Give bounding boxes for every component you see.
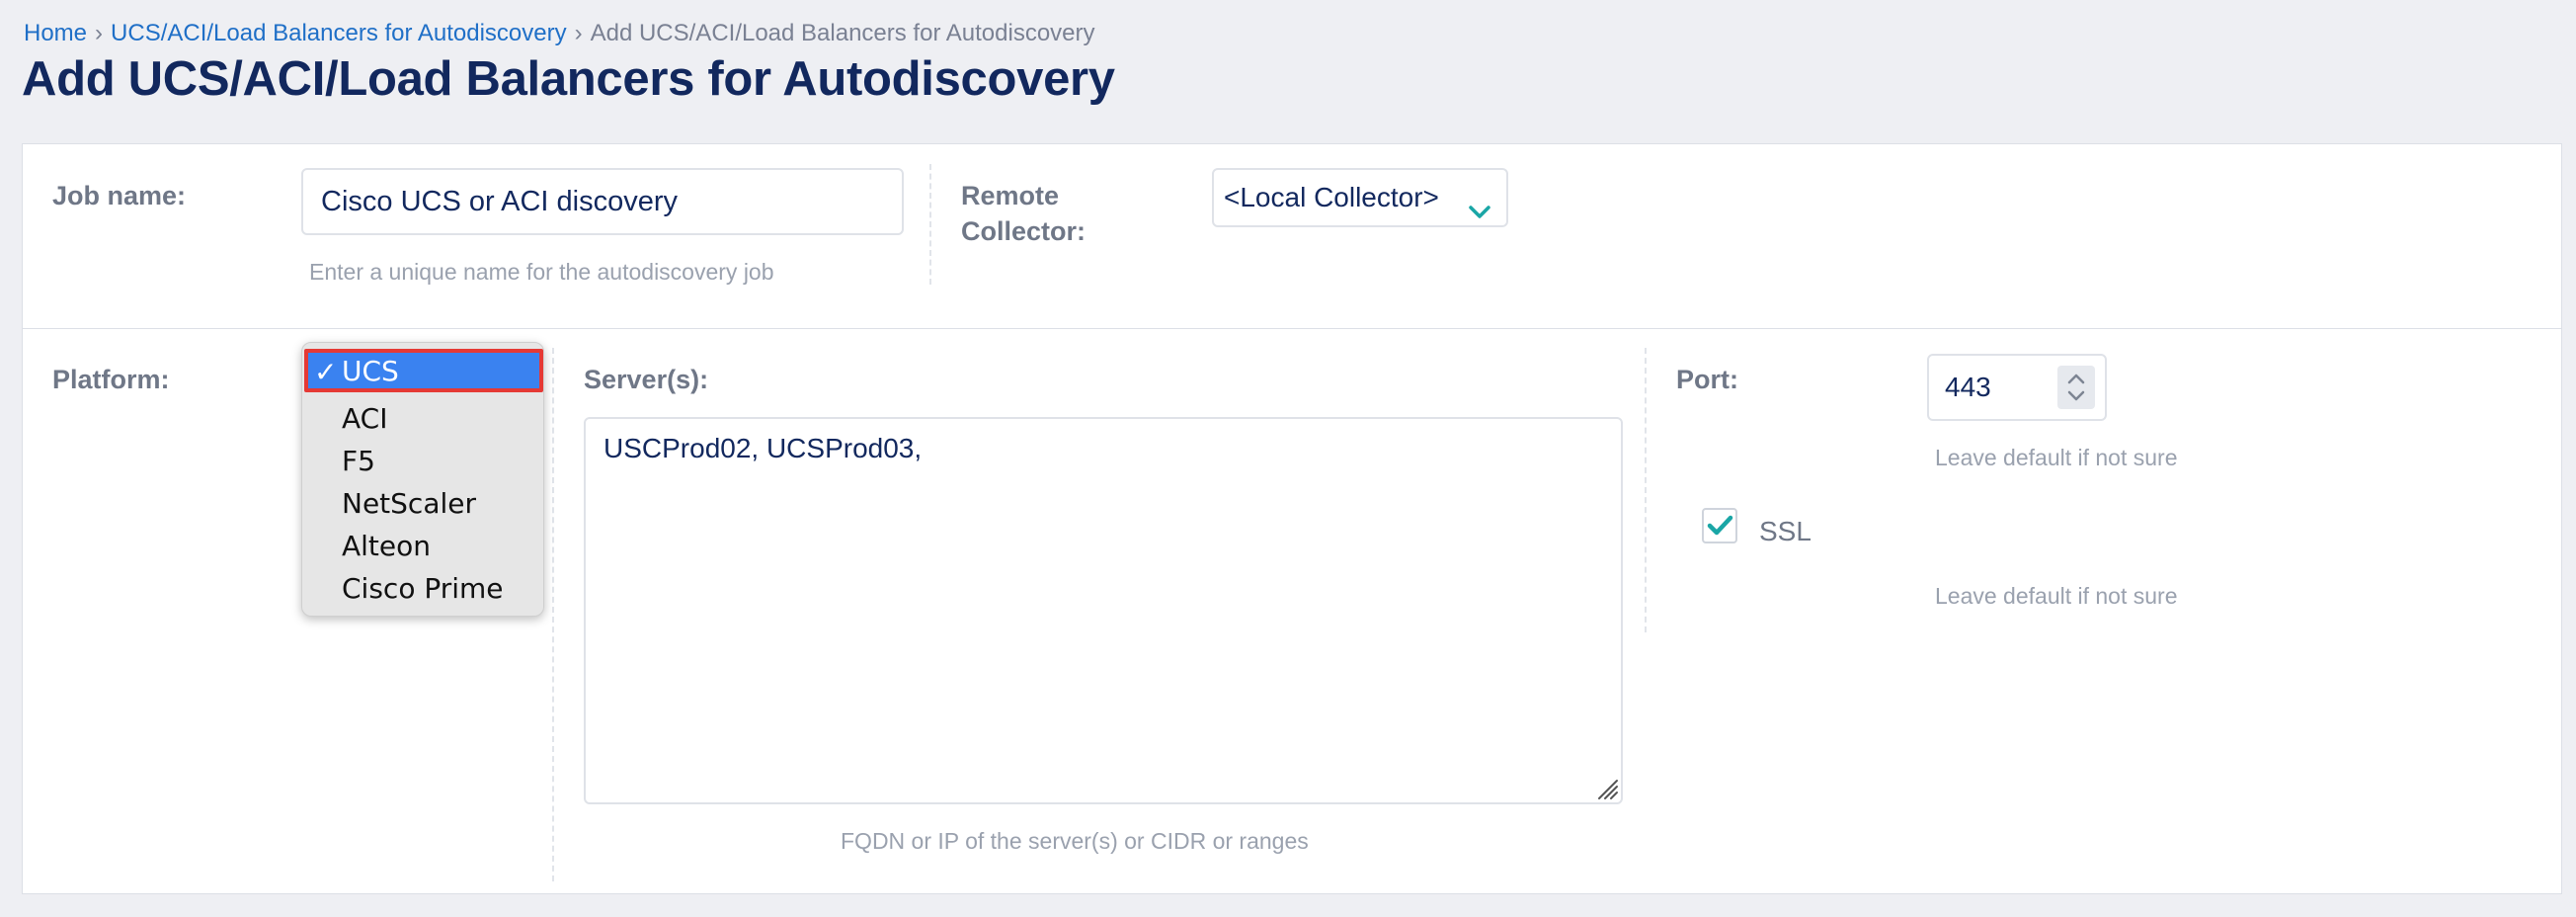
platform-option-cisco-prime[interactable]: Cisco Prime: [342, 572, 504, 605]
job-name-help: Enter a unique name for the autodiscover…: [309, 259, 774, 285]
checkmark-icon: [1707, 515, 1733, 536]
port-help: Leave default if not sure: [1935, 445, 2178, 470]
servers-label: Server(s):: [584, 365, 709, 394]
servers-textarea[interactable]: USCProd02, UCSProd03,: [584, 417, 1623, 804]
platform-dropdown-menu[interactable]: ✓ UCS ACI F5 NetScaler Alteon Cisco Prim…: [301, 342, 544, 617]
breadcrumb-section-link[interactable]: UCS/ACI/Load Balancers for Autodiscovery: [111, 20, 567, 46]
port-input[interactable]: 443: [1927, 354, 2107, 421]
remote-collector-value: <Local Collector>: [1224, 182, 1439, 212]
platform-label: Platform:: [52, 365, 170, 394]
autodiscovery-form-panel: Job name: Cisco UCS or ACI discovery Ent…: [22, 143, 2562, 894]
column-divider: [552, 348, 554, 881]
breadcrumb-current: Add UCS/ACI/Load Balancers for Autodisco…: [590, 20, 1095, 46]
breadcrumb-separator: ›: [574, 20, 583, 46]
platform-option-alteon[interactable]: Alteon: [342, 530, 431, 562]
page-title: Add UCS/ACI/Load Balancers for Autodisco…: [22, 52, 1115, 106]
breadcrumb-separator: ›: [95, 20, 104, 46]
column-divider: [929, 164, 931, 285]
job-name-label: Job name:: [52, 181, 187, 210]
servers-value: USCProd02, UCSProd03,: [604, 433, 923, 463]
remote-collector-label-line1: Remote: [961, 181, 1060, 210]
ssl-help: Leave default if not sure: [1935, 583, 2178, 609]
platform-option-aci[interactable]: ACI: [342, 402, 387, 435]
remote-collector-label-line2: Collector:: [961, 216, 1087, 246]
platform-option-label: UCS: [342, 355, 399, 387]
ssl-checkbox[interactable]: [1702, 508, 1737, 543]
row-divider: [23, 328, 2561, 329]
port-label: Port:: [1676, 365, 1738, 394]
resize-grip-icon[interactable]: [1593, 775, 1619, 800]
port-value: 443: [1945, 372, 1991, 402]
ssl-label: SSL: [1759, 516, 1811, 546]
servers-help: FQDN or IP of the server(s) or CIDR or r…: [841, 828, 1309, 854]
up-down-arrows-icon[interactable]: [2057, 366, 2095, 409]
platform-option-f5[interactable]: F5: [342, 445, 375, 477]
breadcrumb-home-link[interactable]: Home: [24, 20, 87, 46]
platform-option-netscaler[interactable]: NetScaler: [342, 487, 476, 520]
checkmark-icon: ✓: [314, 356, 338, 388]
chevron-down-icon: [1467, 186, 1492, 218]
breadcrumb: Home › UCS/ACI/Load Balancers for Autodisc…: [24, 20, 1095, 47]
column-divider: [1645, 348, 1647, 632]
job-name-input[interactable]: Cisco UCS or ACI discovery: [301, 168, 904, 235]
platform-option-ucs[interactable]: ✓ UCS: [304, 349, 543, 392]
remote-collector-label: Remote Collector:: [961, 178, 1086, 249]
remote-collector-select[interactable]: <Local Collector>: [1212, 168, 1508, 227]
